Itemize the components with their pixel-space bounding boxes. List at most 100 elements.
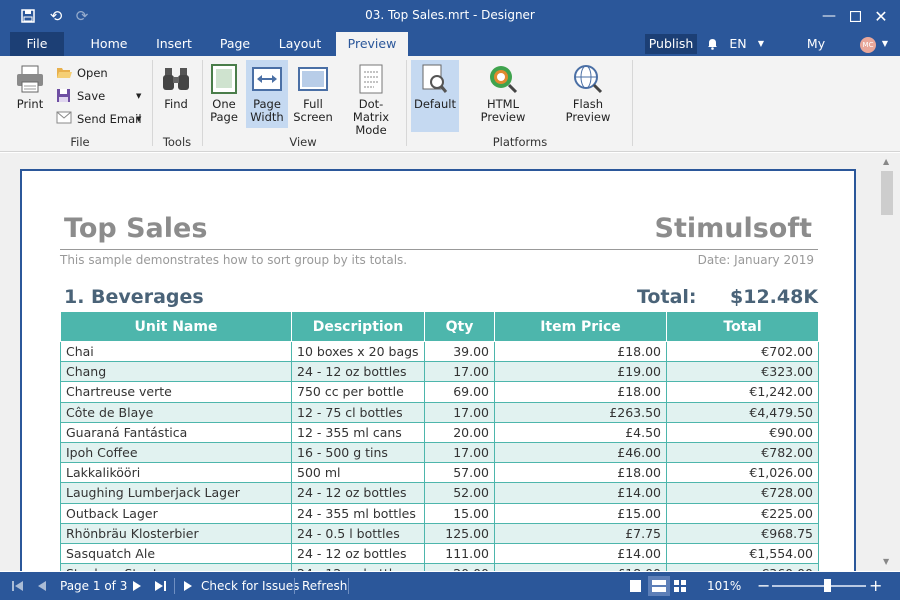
status-divider [294,578,295,594]
status-divider [174,578,175,594]
avatar[interactable]: MC [860,37,876,53]
status-divider [348,578,349,594]
page-width-button[interactable]: Page Width [246,60,288,128]
full-screen-button[interactable]: Full Screen [293,62,333,124]
zoom-out-icon[interactable]: − [757,572,770,600]
first-page-icon[interactable] [12,572,23,600]
table-cell: €782.00 [666,441,819,464]
tab-home[interactable]: Home [80,32,138,56]
binoculars-icon [162,62,190,96]
full-screen-label: Full Screen [293,97,333,124]
view-group-label: View [289,135,317,149]
table-cell: 57.00 [424,462,495,484]
language-chevron-down-icon[interactable]: ▼ [756,32,766,56]
table-row: Chang 24 - 12 oz bottles 17.00 £19.00 €323.0… [60,361,819,383]
table-cell: 111.00 [424,542,495,565]
table-cell: £18.00 [494,381,667,403]
zoom-slider[interactable] [772,579,866,592]
scrollbar-thumb[interactable] [881,171,893,215]
tab-file[interactable]: File [10,32,64,56]
document-search-icon [422,62,448,96]
table-header-row: Unit Name Description Qty Item Price Tot… [60,311,819,342]
tab-layout[interactable]: Layout [270,32,330,56]
page-width-view-icon[interactable] [648,576,670,596]
open-label: Open [77,66,108,80]
table-row: Ipoh Coffee 16 - 500 g tins 17.00 £46.00 €78… [60,441,819,464]
single-page-view-icon[interactable] [630,580,641,592]
table-cell: €1,026.00 [666,462,819,484]
column-header: Qty [424,311,495,342]
tab-page[interactable]: Page [210,32,260,56]
company-label[interactable]: My Company [776,32,856,75]
language-label[interactable]: EN [728,32,748,56]
one-page-button[interactable]: One Page [206,62,242,124]
bell-icon[interactable] [704,32,720,56]
table-cell: Rhönbräu Klosterbier [60,522,292,544]
maximize-icon[interactable] [844,6,866,26]
group-total-label: Total: [637,286,697,308]
table-cell: Chai [60,340,292,363]
save-button[interactable]: Save ▼ [56,88,141,104]
table-cell: €1,554.00 [666,542,819,565]
print-button[interactable]: Print [10,62,50,111]
report-viewer: Top Sales Stimulsoft This sample demonst… [0,153,900,571]
send-email-chevron-down-icon[interactable]: ▼ [136,115,141,123]
column-header: Unit Name [60,311,292,342]
page-width-icon [252,62,282,96]
publish-button[interactable]: Publish [645,34,697,54]
previous-page-icon[interactable] [38,572,46,600]
envelope-icon [56,111,72,127]
table-cell: 125.00 [424,522,495,544]
refresh-button[interactable]: Refresh [302,572,347,600]
company-chevron-down-icon[interactable]: ▼ [880,32,890,56]
multi-page-view-icon[interactable] [674,580,686,592]
html-preview-button[interactable]: HTML Preview [466,62,540,124]
file-group-label: File [70,135,90,149]
table-cell: 750 cc per bottle [291,381,425,403]
title-bar: ⟲ ⟳ 03. Top Sales.mrt - Designer — ✕ [0,0,900,32]
flash-preview-button[interactable]: Flash Preview [552,62,624,124]
table-row: Laughing Lumberjack Lager 24 - 12 oz bott… [60,482,819,504]
scroll-up-icon[interactable]: ▲ [883,157,889,166]
default-button[interactable]: Default [411,60,459,132]
dot-matrix-label: Dot-Matrix Mode [352,97,390,137]
tab-insert[interactable]: Insert [146,32,202,56]
check-issues-icon[interactable] [184,572,192,600]
html-globe-icon [488,62,518,96]
check-issues-button[interactable]: Check for Issues [201,572,299,600]
printer-icon [15,62,45,96]
table-cell: 24 - 12 oz bottles [291,563,425,571]
close-icon[interactable]: ✕ [870,6,892,26]
zoom-in-icon[interactable]: + [869,572,882,600]
save-chevron-down-icon[interactable]: ▼ [136,92,141,100]
flash-globe-icon [573,62,603,96]
zoom-slider-thumb[interactable] [823,579,831,592]
table-cell: 10 boxes x 20 bags [291,340,425,363]
one-page-label: One Page [210,97,238,124]
table-cell: 17.00 [424,441,495,464]
ribbon-divider [152,60,153,146]
tab-preview[interactable]: Preview [336,32,408,56]
table-cell: 52.00 [424,482,495,504]
page-indicator[interactable]: Page 1 of 3 [60,572,127,600]
minimize-icon[interactable]: — [818,6,840,26]
table-cell: 17.00 [424,361,495,383]
table-cell: £18.00 [494,340,667,363]
scroll-down-icon[interactable]: ▼ [883,557,889,566]
platforms-group-label: Platforms [492,135,548,149]
send-email-button[interactable]: Send Email ▼ [56,111,142,127]
find-button[interactable]: Find [158,62,194,111]
last-page-icon[interactable] [155,572,166,600]
table-cell: 500 ml [291,462,425,484]
next-page-icon[interactable] [133,572,141,600]
table-cell: Lakkalikööri [60,462,292,484]
dot-matrix-button[interactable]: Dot-Matrix Mode [342,62,400,137]
open-button[interactable]: Open [56,65,108,81]
table-cell: £4.50 [494,421,667,443]
table-cell: 12 - 355 ml cans [291,421,425,443]
vertical-scrollbar[interactable]: ▲ ▼ [878,153,896,571]
table-cell: £19.00 [494,361,667,383]
table-cell: 39.00 [424,340,495,363]
table-row: Rhönbräu Klosterbier 24 - 0.5 l bottles 12… [60,522,819,544]
table-cell: £7.75 [494,522,667,544]
